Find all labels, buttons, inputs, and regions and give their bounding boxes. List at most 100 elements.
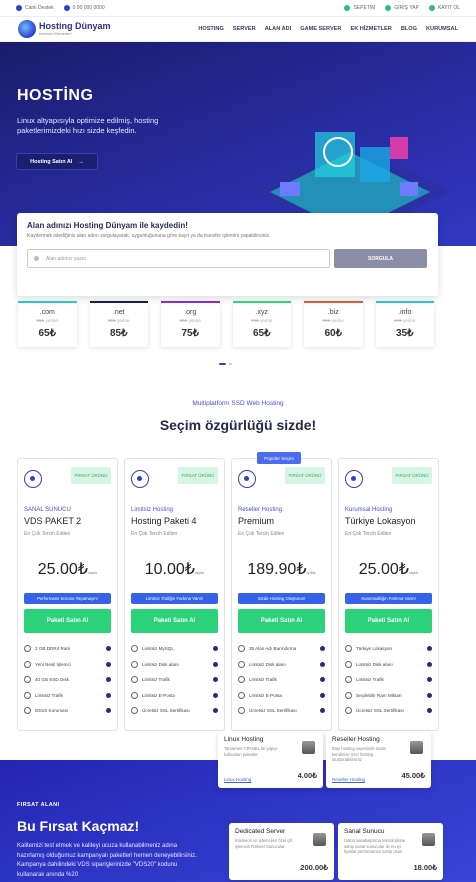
menu-extra-services[interactable]: EK HİZMETLER xyxy=(350,26,391,32)
product-image-icon xyxy=(302,741,315,754)
info-icon[interactable] xyxy=(106,646,111,652)
info-icon[interactable] xyxy=(320,646,325,652)
logo[interactable]: Hosting Dünyam İnternet Hizmetleri xyxy=(18,20,111,38)
plan-header: FIRSAT ÜRÜNÜ xyxy=(238,467,325,499)
plan-period: /aylık xyxy=(194,570,205,575)
feature-list: 2 GB DDR4 Ram Yeni Nesil İşlemci 40 GB SSD… xyxy=(24,641,111,719)
deal-badge: FIRSAT ÜRÜNÜ xyxy=(178,467,218,484)
plan-promo-button[interactable]: Sizde Hosting Oluşturun! xyxy=(238,593,325,604)
login-link[interactable]: GİRİŞ YAP xyxy=(385,5,419,11)
buy-package-button[interactable]: Paketi Satın Al xyxy=(345,609,432,633)
plan-promo-button[interactable]: Limitsiz Trafiğin Farkına Varın! xyxy=(131,593,218,604)
traffic-icon xyxy=(24,691,31,699)
domain-extension-card[interactable]: .xyz 75₺ yerine 65₺ xyxy=(232,301,291,347)
phone-link[interactable]: 0 00 000 0000 xyxy=(63,5,105,11)
menu-hosting[interactable]: HOSTING xyxy=(198,26,223,32)
live-support-link[interactable]: Canlı Destek xyxy=(16,5,54,11)
buy-package-button[interactable]: Paketi Satın Al xyxy=(131,609,218,633)
old-price: 80₺ xyxy=(36,318,45,323)
opportunity-title: Bu Fırsat Kaçmaz! xyxy=(17,818,140,834)
menu-game-server[interactable]: GAME SERVER xyxy=(300,26,341,32)
feature-item: Limitsiz Trafik xyxy=(345,672,432,688)
buy-hosting-button[interactable]: Hosting Satın Al → xyxy=(17,154,97,169)
mini-product-card[interactable]: Linux Hosting Tamamen CPANEL ile yapıyı k… xyxy=(218,731,323,788)
feature-label: Ücretsiz SSL Sertifikası xyxy=(249,708,297,714)
mini-card-link[interactable]: Reseller Hosting xyxy=(332,777,365,782)
info-icon[interactable] xyxy=(427,677,432,683)
feature-item: Limitsiz Trafik xyxy=(238,672,325,688)
menu-blog[interactable]: BLOG xyxy=(401,26,417,32)
domain-search-button[interactable]: SORGULA xyxy=(334,249,427,268)
feature-label: Limitsiz Disk alanı xyxy=(356,661,393,667)
carousel-dot-active[interactable] xyxy=(219,363,226,365)
info-icon[interactable] xyxy=(106,692,111,698)
database-icon xyxy=(131,645,138,653)
info-icon[interactable] xyxy=(320,708,325,714)
info-icon[interactable] xyxy=(427,708,432,714)
deal-badge: FIRSAT ÜRÜNÜ xyxy=(285,467,325,484)
info-icon[interactable] xyxy=(320,677,325,683)
mini-product-card[interactable]: Sanal Sunucu Üstün sanallaştırma teknoloj… xyxy=(338,823,443,880)
domain-extension-card[interactable]: .com 80₺ yerine 65₺ xyxy=(18,301,77,347)
domain-extension-card[interactable]: .org 85₺ yerine 75₺ xyxy=(161,301,220,347)
server-icon xyxy=(24,470,42,488)
buy-package-button[interactable]: Paketi Satın Al xyxy=(24,609,111,633)
info-icon[interactable] xyxy=(213,677,218,683)
carousel-dots[interactable] xyxy=(219,363,232,365)
plan-promo-button[interactable]: Performans Sorunu Yaşamayın! xyxy=(24,593,111,604)
cart-icon xyxy=(344,5,351,11)
extension-old-price: 00₺ yerine xyxy=(108,318,130,323)
domain-description: Kaydetmek istediğiniz alan adını sorgula… xyxy=(27,233,271,239)
globe-icon xyxy=(18,20,36,38)
domain-extension-card[interactable]: .info 40₺ yerine 35₺ xyxy=(375,301,434,347)
plan-name: Türkiye Lokasyon xyxy=(345,516,416,526)
domain-extension-card[interactable]: .net 00₺ yerine 85₺ xyxy=(89,301,148,347)
domain-search-input[interactable]: Alan adınızı yazın xyxy=(27,249,330,268)
info-icon[interactable] xyxy=(106,708,111,714)
extension-price: 60₺ xyxy=(324,328,343,339)
menu-domain[interactable]: ALAN ADI xyxy=(265,26,292,32)
pricing-card: FIRSAT ÜRÜNÜ Limitsiz Hosting Hosting Pake… xyxy=(124,458,225,731)
plan-name: Hosting Paketi 4 xyxy=(131,516,197,526)
section-subtitle: Multiplatform SSD Web Hosting xyxy=(192,400,284,407)
old-price: 75₺ xyxy=(251,318,259,323)
mini-card-link[interactable]: Linux Hosting xyxy=(224,777,251,782)
feature-label: DDoS Koruması xyxy=(35,708,69,714)
mini-product-card[interactable]: Dedicated Server Intelxeon ve işlemcileri… xyxy=(229,823,334,880)
extension-old-price: 75₺ yerine xyxy=(251,318,273,323)
feature-label: 2 GB DDR4 Ram xyxy=(35,646,71,652)
brand-tagline: İnternet Hizmetleri xyxy=(39,31,72,36)
domain-extensions: .com 80₺ yerine 65₺ .net 00₺ yerine 85₺ .org 85… xyxy=(18,301,434,347)
mini-product-card[interactable]: Reseller Hosting Bayi hosting sayesinde s… xyxy=(326,731,431,788)
menu-corporate[interactable]: KURUMSAL xyxy=(426,26,458,32)
domain-extension-card[interactable]: .biz 65₺ yerine 60₺ xyxy=(304,301,363,347)
hero-subtitle: Linux altyapısıyla optimize edilmiş, hos… xyxy=(17,116,159,135)
server-icon xyxy=(238,470,256,488)
info-icon[interactable] xyxy=(320,692,325,698)
info-icon[interactable] xyxy=(427,661,432,667)
info-icon[interactable] xyxy=(106,677,111,683)
carousel-dot[interactable] xyxy=(229,363,232,365)
info-icon[interactable] xyxy=(106,661,111,667)
cart-link[interactable]: SEPETİM xyxy=(344,5,375,11)
info-icon[interactable] xyxy=(427,692,432,698)
popular-badge: Popüler Seçim xyxy=(257,452,301,464)
feature-label: 35 Alan Adı Barındırma xyxy=(249,646,297,652)
plan-promo-button[interactable]: Kurumsallığın Farkına Varın! xyxy=(345,593,432,604)
old-price: 65₺ xyxy=(322,318,331,323)
buy-package-button[interactable]: Paketi Satın Al xyxy=(238,609,325,633)
info-icon[interactable] xyxy=(427,646,432,652)
opportunity-label: FIRSAT ALANI xyxy=(17,802,60,808)
ssl-icon xyxy=(131,707,138,715)
info-icon[interactable] xyxy=(213,661,218,667)
cpu-icon xyxy=(24,660,31,668)
info-icon[interactable] xyxy=(213,708,218,714)
info-icon[interactable] xyxy=(320,661,325,667)
info-icon[interactable] xyxy=(213,646,218,652)
menu-server[interactable]: SERVER xyxy=(233,26,256,32)
info-icon[interactable] xyxy=(213,692,218,698)
mini-card-price: 4.00₺ xyxy=(297,771,317,780)
register-link[interactable]: KAYIT OL xyxy=(428,5,460,11)
feature-item: 2 GB DDR4 Ram xyxy=(24,641,111,657)
mini-card-price: 45.00₺ xyxy=(401,771,425,780)
